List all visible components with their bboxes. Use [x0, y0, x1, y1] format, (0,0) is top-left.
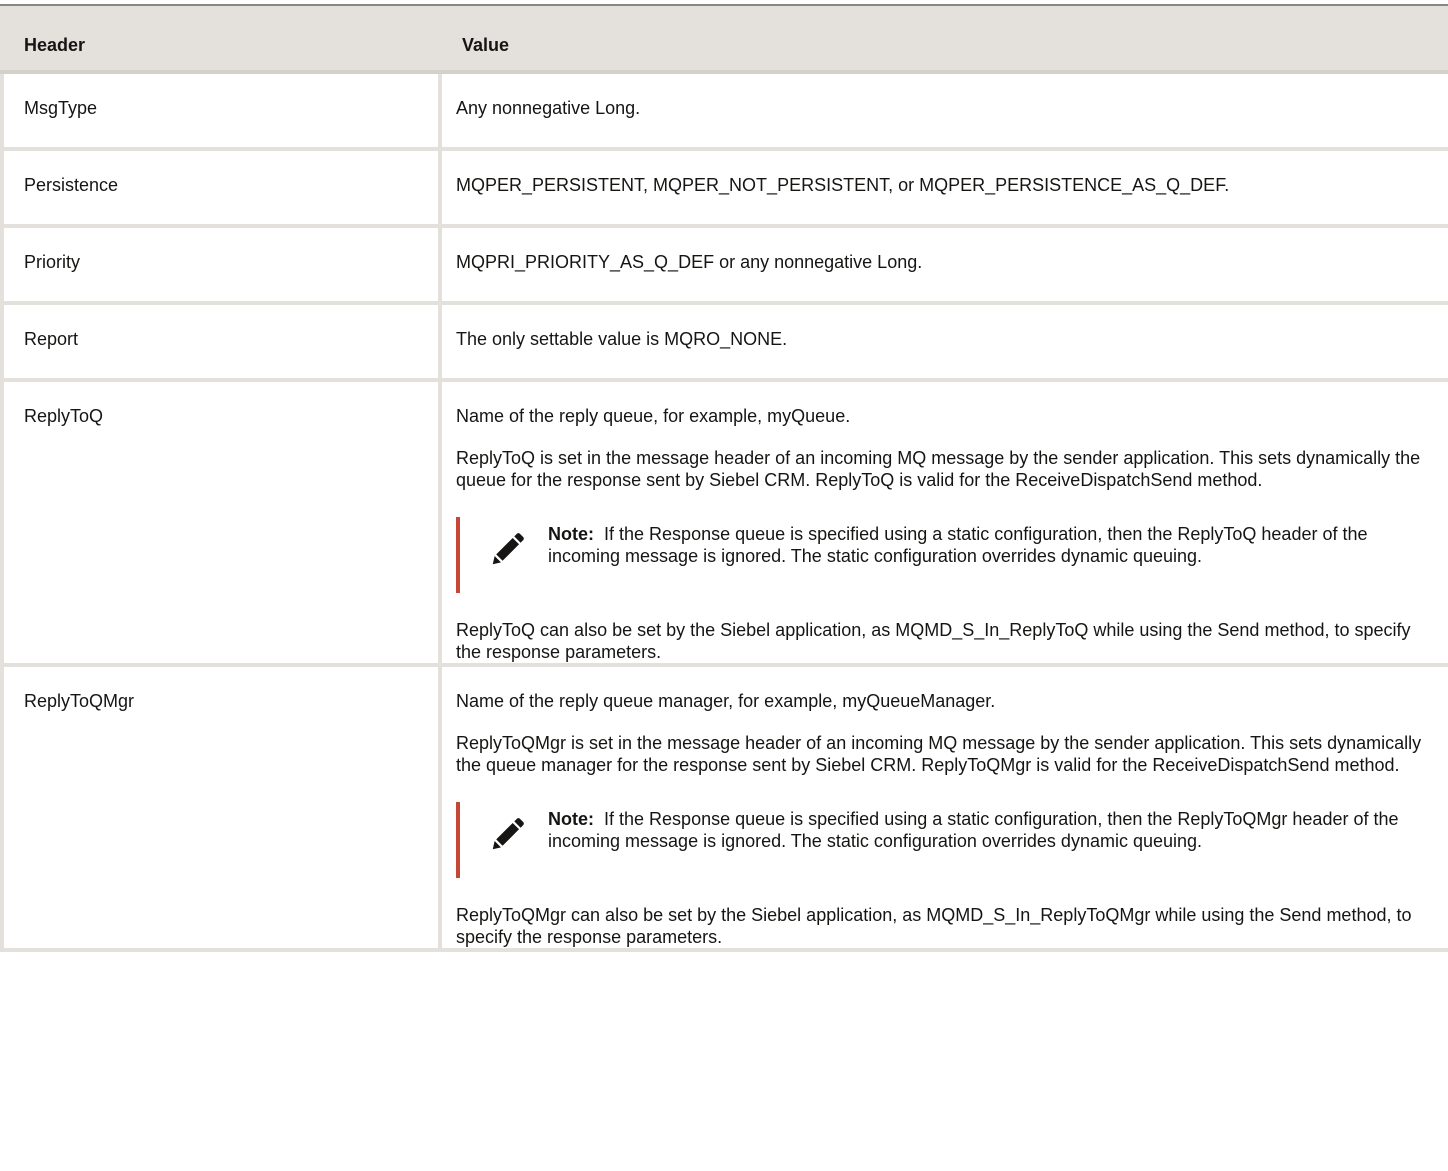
row-value-cell: MQPRI_PRIORITY_AS_Q_DEF or any nonnegati…: [438, 224, 1448, 305]
row-header-cell: ReplyToQMgr: [0, 663, 442, 952]
note-callout: Note: If the Response queue is specified…: [456, 802, 1434, 878]
row-header-cell: Report: [0, 301, 442, 382]
value-paragraph: ReplyToQMgr can also be set by the Siebe…: [456, 905, 1412, 947]
pencil-icon: [492, 533, 524, 565]
row-header-cell: Persistence: [0, 147, 442, 228]
note-text: If the Response queue is specified using…: [548, 809, 1399, 851]
mq-header-table: Header Value MsgType Any nonnegative Lon…: [0, 6, 1448, 952]
note-label: Note:: [548, 809, 594, 829]
row-header-cell: ReplyToQ: [0, 378, 442, 667]
table-row: Priority MQPRI_PRIORITY_AS_Q_DEF or any …: [0, 224, 1448, 305]
note-callout: Note: If the Response queue is specified…: [456, 517, 1434, 593]
table-row: ReplyToQ Name of the reply queue, for ex…: [0, 378, 1448, 667]
row-value-cell: The only settable value is MQRO_NONE.: [438, 301, 1448, 382]
note-label: Note:: [548, 524, 594, 544]
top-rule: [0, 0, 1448, 6]
table-row: Report The only settable value is MQRO_N…: [0, 301, 1448, 382]
pencil-icon: [492, 818, 524, 850]
value-paragraph: ReplyToQMgr is set in the message header…: [456, 733, 1422, 775]
value-paragraph: Name of the reply queue manager, for exa…: [456, 691, 996, 711]
note-text: If the Response queue is specified using…: [548, 524, 1368, 566]
row-header-cell: Priority: [0, 224, 442, 305]
row-value-cell: Name of the reply queue manager, for exa…: [438, 663, 1448, 952]
table-row: Persistence MQPER_PERSISTENT, MQPER_NOT_…: [0, 147, 1448, 228]
row-value-cell: Name of the reply queue, for example, my…: [438, 378, 1448, 667]
row-value-cell: Any nonnegative Long.: [438, 70, 1448, 151]
row-header-cell: MsgType: [0, 70, 442, 151]
value-paragraph: ReplyToQ can also be set by the Siebel a…: [456, 620, 1411, 662]
column-header-header: Header: [0, 6, 442, 74]
table-row: ReplyToQMgr Name of the reply queue mana…: [0, 663, 1448, 952]
table-header-row: Header Value: [0, 6, 1448, 74]
value-paragraph: ReplyToQ is set in the message header of…: [456, 448, 1421, 490]
column-header-value: Value: [438, 6, 1448, 74]
table-row: MsgType Any nonnegative Long.: [0, 70, 1448, 151]
value-paragraph: Name of the reply queue, for example, my…: [456, 406, 851, 426]
row-value-cell: MQPER_PERSISTENT, MQPER_NOT_PERSISTENT, …: [438, 147, 1448, 228]
